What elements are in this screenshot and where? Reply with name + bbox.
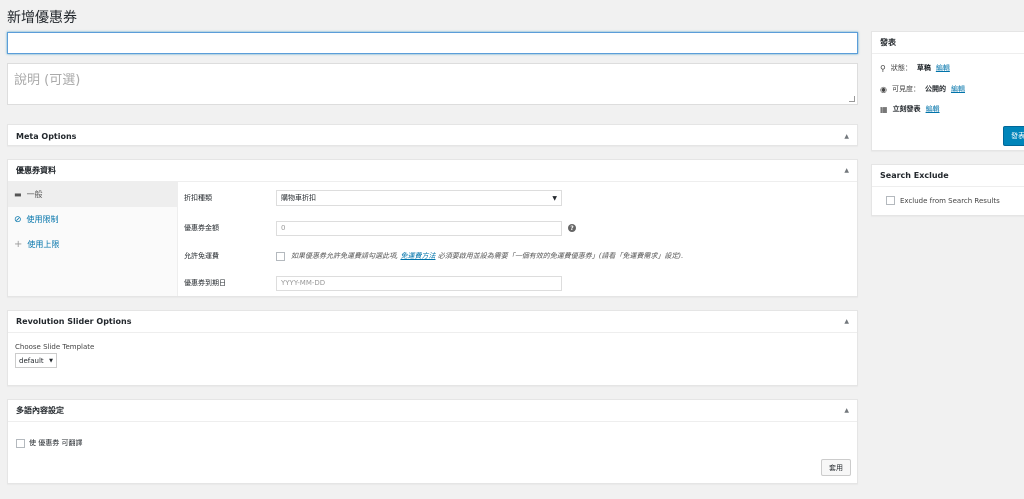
revolution-slider-title: Revolution Slider Options bbox=[16, 317, 132, 326]
apply-button[interactable]: 套用 bbox=[821, 459, 851, 476]
tab-usage-limits-label: 使用上限 bbox=[27, 240, 60, 249]
meta-options-header[interactable]: Meta Options ▲ bbox=[8, 125, 857, 147]
resize-handle[interactable] bbox=[849, 96, 855, 102]
discount-type-row: 折扣種類 購物車折扣 ▼ bbox=[184, 190, 562, 206]
coupon-data-box: 優惠券資料 ▲ ▬ 一般 ⊘ 使用限制 + 使用上限 折扣種類 購物車折扣 ▼ … bbox=[7, 159, 858, 297]
discount-type-select[interactable]: 購物車折扣 ▼ bbox=[276, 190, 562, 206]
tab-general[interactable]: ▬ 一般 bbox=[8, 182, 177, 207]
meta-options-title: Meta Options bbox=[16, 131, 77, 141]
tab-general-label: 一般 bbox=[26, 190, 43, 199]
dropdown-arrow-icon: ▼ bbox=[552, 194, 557, 202]
coupon-data-title: 優惠券資料 bbox=[16, 166, 56, 175]
translatable-checkbox[interactable] bbox=[16, 438, 25, 448]
description-placeholder: 說明 (可選) bbox=[14, 73, 81, 88]
discount-type-value: 購物車折扣 bbox=[281, 194, 316, 202]
expiry-date-input[interactable]: YYYY-MM-DD bbox=[276, 275, 562, 291]
visibility-row: ◉ 可見度： 公開的 編輯 bbox=[880, 84, 965, 94]
ban-icon: ⊘ bbox=[14, 214, 22, 225]
collapse-arrow-icon[interactable]: ▲ bbox=[844, 318, 849, 325]
search-exclude-box: Search Exclude Exclude from Search Resul… bbox=[871, 164, 1024, 216]
collapse-arrow-icon[interactable]: ▲ bbox=[844, 407, 849, 414]
publish-header[interactable]: 發表 bbox=[872, 32, 1024, 54]
search-exclude-title: Search Exclude bbox=[880, 171, 949, 180]
slide-template-select[interactable]: default ▼ bbox=[15, 353, 57, 368]
ticket-icon: ▬ bbox=[14, 190, 22, 199]
meta-options-box: Meta Options ▲ bbox=[7, 124, 858, 146]
free-shipping-checkbox[interactable] bbox=[276, 251, 285, 261]
help-icon[interactable]: ? bbox=[568, 224, 576, 232]
calendar-icon: ▦ bbox=[880, 104, 888, 114]
translatable-row: 使 優惠券 可翻譯 bbox=[16, 438, 82, 448]
free-shipping-desc-before: 如果優惠券允許免運費請勾選此項, bbox=[291, 252, 399, 260]
coupon-amount-label: 優惠券金額 bbox=[184, 224, 219, 232]
collapse-arrow-icon[interactable]: ▲ bbox=[844, 167, 849, 174]
coupon-tabs: ▬ 一般 ⊘ 使用限制 + 使用上限 bbox=[8, 182, 178, 296]
slide-template-value: default bbox=[19, 356, 44, 365]
coupon-data-header[interactable]: 優惠券資料 ▲ bbox=[8, 160, 857, 182]
multilingual-title: 多語內容設定 bbox=[16, 406, 64, 415]
search-exclude-header[interactable]: Search Exclude bbox=[872, 165, 1024, 187]
coupon-title-input[interactable] bbox=[7, 32, 858, 54]
status-row: ⚲ 狀態： 草稿 編輯 bbox=[880, 63, 950, 73]
exclude-search-label: Exclude from Search Results bbox=[900, 196, 1000, 205]
multilingual-box: 多語內容設定 ▲ 使 優惠券 可翻譯 套用 bbox=[7, 399, 858, 484]
dropdown-arrow-icon: ▼ bbox=[49, 357, 53, 364]
free-shipping-label: 允許免運費 bbox=[184, 252, 219, 260]
visibility-edit-link[interactable]: 編輯 bbox=[951, 84, 965, 94]
collapse-arrow-icon[interactable]: ▲ bbox=[844, 133, 849, 140]
status-edit-link[interactable]: 編輯 bbox=[936, 63, 950, 73]
schedule-edit-link[interactable]: 編輯 bbox=[926, 104, 940, 114]
status-value: 草稿 bbox=[916, 64, 931, 72]
free-shipping-description: 如果優惠券允許免運費請勾選此項, 免運費方法 必須要啟用並設為需要「一個有效的免… bbox=[291, 251, 683, 261]
expiry-date-label: 優惠券到期日 bbox=[184, 279, 226, 287]
page-title: 新增優惠券 bbox=[7, 10, 77, 26]
description-textarea[interactable]: 說明 (可選) bbox=[7, 63, 858, 105]
expiry-date-row: 優惠券到期日 YYYY-MM-DD bbox=[184, 275, 562, 291]
pin-icon: ⚲ bbox=[880, 63, 886, 73]
choose-template-label: Choose Slide Template bbox=[15, 343, 95, 351]
status-label: 狀態： bbox=[890, 64, 912, 72]
visibility-value: 公開的 bbox=[924, 85, 946, 93]
schedule-label: 立刻發表 bbox=[892, 105, 921, 113]
visibility-label: 可見度： bbox=[891, 85, 920, 93]
translatable-label: 使 優惠券 可翻譯 bbox=[29, 439, 83, 447]
tab-usage-restriction[interactable]: ⊘ 使用限制 bbox=[8, 207, 177, 232]
exclude-search-checkbox[interactable] bbox=[886, 196, 895, 205]
free-shipping-method-link[interactable]: 免運費方法 bbox=[400, 252, 435, 260]
publish-button[interactable]: 發表 bbox=[1003, 126, 1024, 146]
coupon-amount-row: 優惠券金額 0 ? bbox=[184, 220, 576, 236]
coupon-amount-input[interactable]: 0 bbox=[276, 220, 562, 236]
plus-icon: + bbox=[14, 239, 23, 250]
free-shipping-desc-after: 必須要啟用並設為需要「一個有效的免運費優惠券」(請看「免運費需求」設定). bbox=[437, 252, 684, 260]
tab-usage-restriction-label: 使用限制 bbox=[26, 215, 59, 224]
multilingual-header[interactable]: 多語內容設定 ▲ bbox=[8, 400, 857, 422]
free-shipping-row: 允許免運費 如果優惠券允許免運費請勾選此項, 免運費方法 必須要啟用並設為需要「… bbox=[184, 248, 683, 264]
eye-icon: ◉ bbox=[880, 84, 887, 94]
discount-type-label: 折扣種類 bbox=[184, 194, 212, 202]
schedule-row: ▦ 立刻發表 編輯 bbox=[880, 104, 940, 114]
tab-usage-limits[interactable]: + 使用上限 bbox=[8, 232, 177, 257]
exclude-search-row: Exclude from Search Results bbox=[886, 196, 1000, 205]
revolution-slider-box: Revolution Slider Options ▲ Choose Slide… bbox=[7, 310, 858, 386]
publish-box: 發表 ⚲ 狀態： 草稿 編輯 ◉ 可見度： 公開的 編輯 ▦ 立刻發表 編輯 發… bbox=[871, 31, 1024, 151]
revolution-slider-header[interactable]: Revolution Slider Options ▲ bbox=[8, 311, 857, 333]
publish-title: 發表 bbox=[880, 38, 896, 47]
